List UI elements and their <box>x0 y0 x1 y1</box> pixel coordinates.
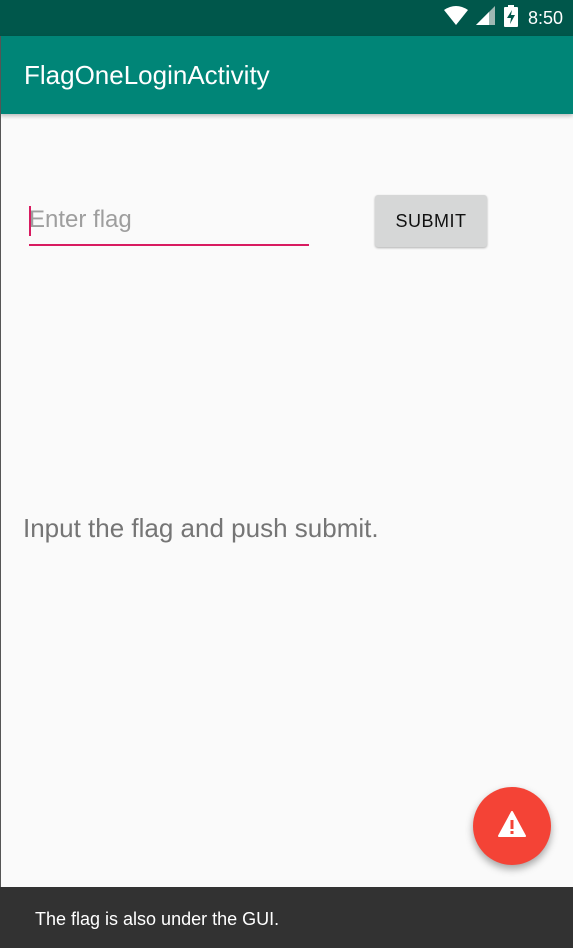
warning-fab[interactable] <box>473 787 551 865</box>
text-cursor <box>29 206 31 236</box>
signal-icon <box>475 5 496 31</box>
status-bar: 8:50 <box>0 0 573 36</box>
status-time: 8:50 <box>527 7 563 28</box>
battery-charging-icon <box>503 4 518 32</box>
warning-icon <box>498 810 526 842</box>
wifi-icon <box>443 5 468 31</box>
snackbar: The flag is also under the GUI. <box>0 887 573 948</box>
flag-input-container <box>29 198 309 246</box>
snackbar-message: The flag is also under the GUI. <box>35 909 280 929</box>
window-edge <box>0 36 1 887</box>
app-bar: FlagOneLoginActivity <box>0 36 573 114</box>
status-icons: 8:50 <box>443 0 563 36</box>
submit-button[interactable]: SUBMIT <box>375 195 487 247</box>
hint-text: Input the flag and push submit. <box>23 513 379 543</box>
flag-input[interactable] <box>29 198 309 242</box>
app-title: FlagOneLoginActivity <box>24 60 270 90</box>
